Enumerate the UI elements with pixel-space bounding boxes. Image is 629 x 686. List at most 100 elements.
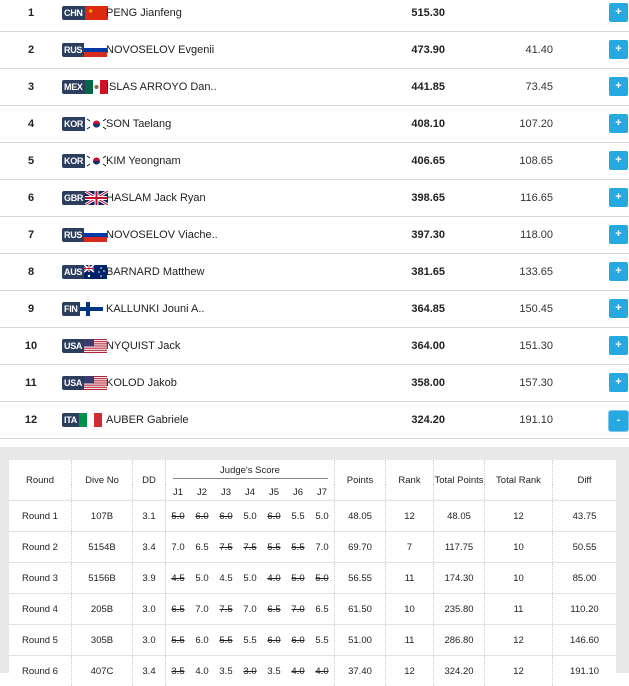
athlete-name[interactable]: NOVOSELOV Viache.. — [106, 217, 218, 254]
cumulative-points: 286.80 — [434, 625, 485, 656]
country-badge: FIN — [62, 302, 103, 316]
round-rank: 10 — [386, 594, 434, 625]
cumulative-rank: 12 — [485, 656, 553, 686]
country-code: ITA — [62, 413, 79, 427]
cumulative-rank: 10 — [485, 532, 553, 563]
dive-number: 305B — [72, 625, 133, 656]
athlete-name[interactable]: PENG Jianfeng — [106, 0, 182, 32]
expand-button[interactable]: + — [609, 373, 628, 392]
discarded-judge-score: 6.0 — [219, 511, 232, 522]
col-round: Round — [9, 460, 72, 501]
expand-button[interactable]: + — [609, 225, 628, 244]
judge-score: 6.5 — [195, 542, 208, 553]
country-code: KOR — [62, 117, 85, 131]
total-points: 364.85 — [400, 291, 445, 328]
round-row: Round 6407C3.43.54.03.53.03.54.04.037.40… — [9, 656, 616, 686]
judge-header-j1: J1 — [166, 484, 191, 501]
cumulative-points: 235.80 — [434, 594, 485, 625]
result-row: 12ITAAUBER Gabriele324.20191.10- — [0, 402, 629, 439]
judge-header-j3: J3 — [214, 484, 238, 501]
rank-number: 10 — [22, 328, 40, 365]
country-badge: KOR — [62, 154, 108, 168]
result-row: 8AUSBARNARD Matthew381.65133.65+ — [0, 254, 629, 291]
country-code: USA — [62, 339, 84, 353]
discarded-judge-score: 5.0 — [171, 511, 184, 522]
rank-number: 12 — [22, 402, 40, 439]
discarded-judge-score: 5.5 — [291, 542, 304, 553]
athlete-name[interactable]: KOLOD Jakob — [106, 365, 177, 402]
dive-number: 5156B — [72, 563, 133, 594]
country-badge: RUS — [62, 228, 107, 242]
col-rank: Rank — [386, 460, 434, 501]
expand-button[interactable]: + — [609, 299, 628, 318]
cumulative-points: 48.05 — [434, 501, 485, 532]
expand-button[interactable]: + — [609, 262, 628, 281]
athlete-name[interactable]: AUBER Gabriele — [106, 402, 189, 439]
total-points: 324.20 — [400, 402, 445, 439]
judge-score: 5.0 — [243, 573, 256, 584]
cumulative-rank: 11 — [485, 594, 553, 625]
round-label: Round 4 — [9, 594, 72, 625]
athlete-name[interactable]: NYQUIST Jack — [106, 328, 180, 365]
cumulative-points: 324.20 — [434, 656, 485, 686]
athlete-name[interactable]: ISLAS ARROYO Dan.. — [106, 69, 217, 106]
judge-score: 3.5 — [219, 666, 232, 677]
col-total-points: Total Points — [434, 460, 485, 501]
points-behind: 133.65 — [503, 254, 553, 291]
expand-button[interactable]: + — [609, 151, 628, 170]
round-label: Round 3 — [9, 563, 72, 594]
dive-number: 107B — [72, 501, 133, 532]
expand-button[interactable]: + — [609, 336, 628, 355]
total-points: 398.65 — [400, 180, 445, 217]
athlete-name[interactable]: KIM Yeongnam — [106, 143, 181, 180]
country-code: RUS — [62, 43, 84, 57]
judge-header-j2: J2 — [190, 484, 214, 501]
country-badge: GBR — [62, 191, 108, 205]
mex-flag-icon — [85, 80, 108, 94]
result-row: 1CHN★PENG Jianfeng515.30+ — [0, 0, 629, 32]
discarded-judge-score: 5.0 — [291, 573, 304, 584]
expand-button[interactable]: + — [609, 188, 628, 207]
round-label: Round 5 — [9, 625, 72, 656]
total-points: 397.30 — [400, 217, 445, 254]
round-row: Round 25154B3.47.06.57.57.55.55.57.069.7… — [9, 532, 616, 563]
points-behind: 116.65 — [503, 180, 553, 217]
athlete-name[interactable]: KALLUNKI Jouni A.. — [106, 291, 204, 328]
points-behind: 151.30 — [503, 328, 553, 365]
chn-flag-icon: ★ — [85, 6, 108, 20]
expand-button[interactable]: + — [609, 114, 628, 133]
round-row: Round 4205B3.06.57.07.57.06.57.06.561.50… — [9, 594, 616, 625]
collapse-button[interactable]: - — [609, 411, 628, 431]
rank-number: 11 — [22, 365, 40, 402]
athlete-name[interactable]: BARNARD Matthew — [106, 254, 204, 291]
result-row: 2RUSNOVOSELOV Evgenii473.9041.40+ — [0, 32, 629, 69]
discarded-judge-score: 4.0 — [315, 666, 328, 677]
discarded-judge-score: 5.5 — [171, 635, 184, 646]
fin-flag-icon — [80, 302, 103, 316]
total-points: 408.10 — [400, 106, 445, 143]
country-badge: CHN★ — [62, 6, 108, 20]
rank-number: 3 — [22, 69, 40, 106]
athlete-name[interactable]: NOVOSELOV Evgenii — [106, 32, 214, 69]
discarded-judge-score: 7.5 — [219, 604, 232, 615]
total-points: 358.00 — [400, 365, 445, 402]
athlete-name[interactable]: SON Taelang — [106, 106, 171, 143]
expand-button[interactable]: + — [609, 40, 628, 59]
rank-number: 7 — [22, 217, 40, 254]
col-judges-score: Judge's Score — [173, 465, 328, 479]
country-code: CHN — [62, 6, 85, 20]
judge-score: 5.5 — [315, 635, 328, 646]
expand-button[interactable]: + — [609, 77, 628, 96]
kor-flag-icon — [85, 117, 108, 131]
expand-button[interactable]: + — [609, 3, 628, 22]
rank-number: 8 — [22, 254, 40, 291]
col-total-rank: Total Rank — [485, 460, 553, 501]
country-code: RUS — [62, 228, 84, 242]
judge-header-j5: J5 — [262, 484, 286, 501]
discarded-judge-score: 3.0 — [243, 666, 256, 677]
cumulative-points: 117.75 — [434, 532, 485, 563]
discarded-judge-score: 4.0 — [291, 666, 304, 677]
athlete-name[interactable]: HASLAM Jack Ryan — [106, 180, 206, 217]
total-points: 364.00 — [400, 328, 445, 365]
dive-number: 5154B — [72, 532, 133, 563]
